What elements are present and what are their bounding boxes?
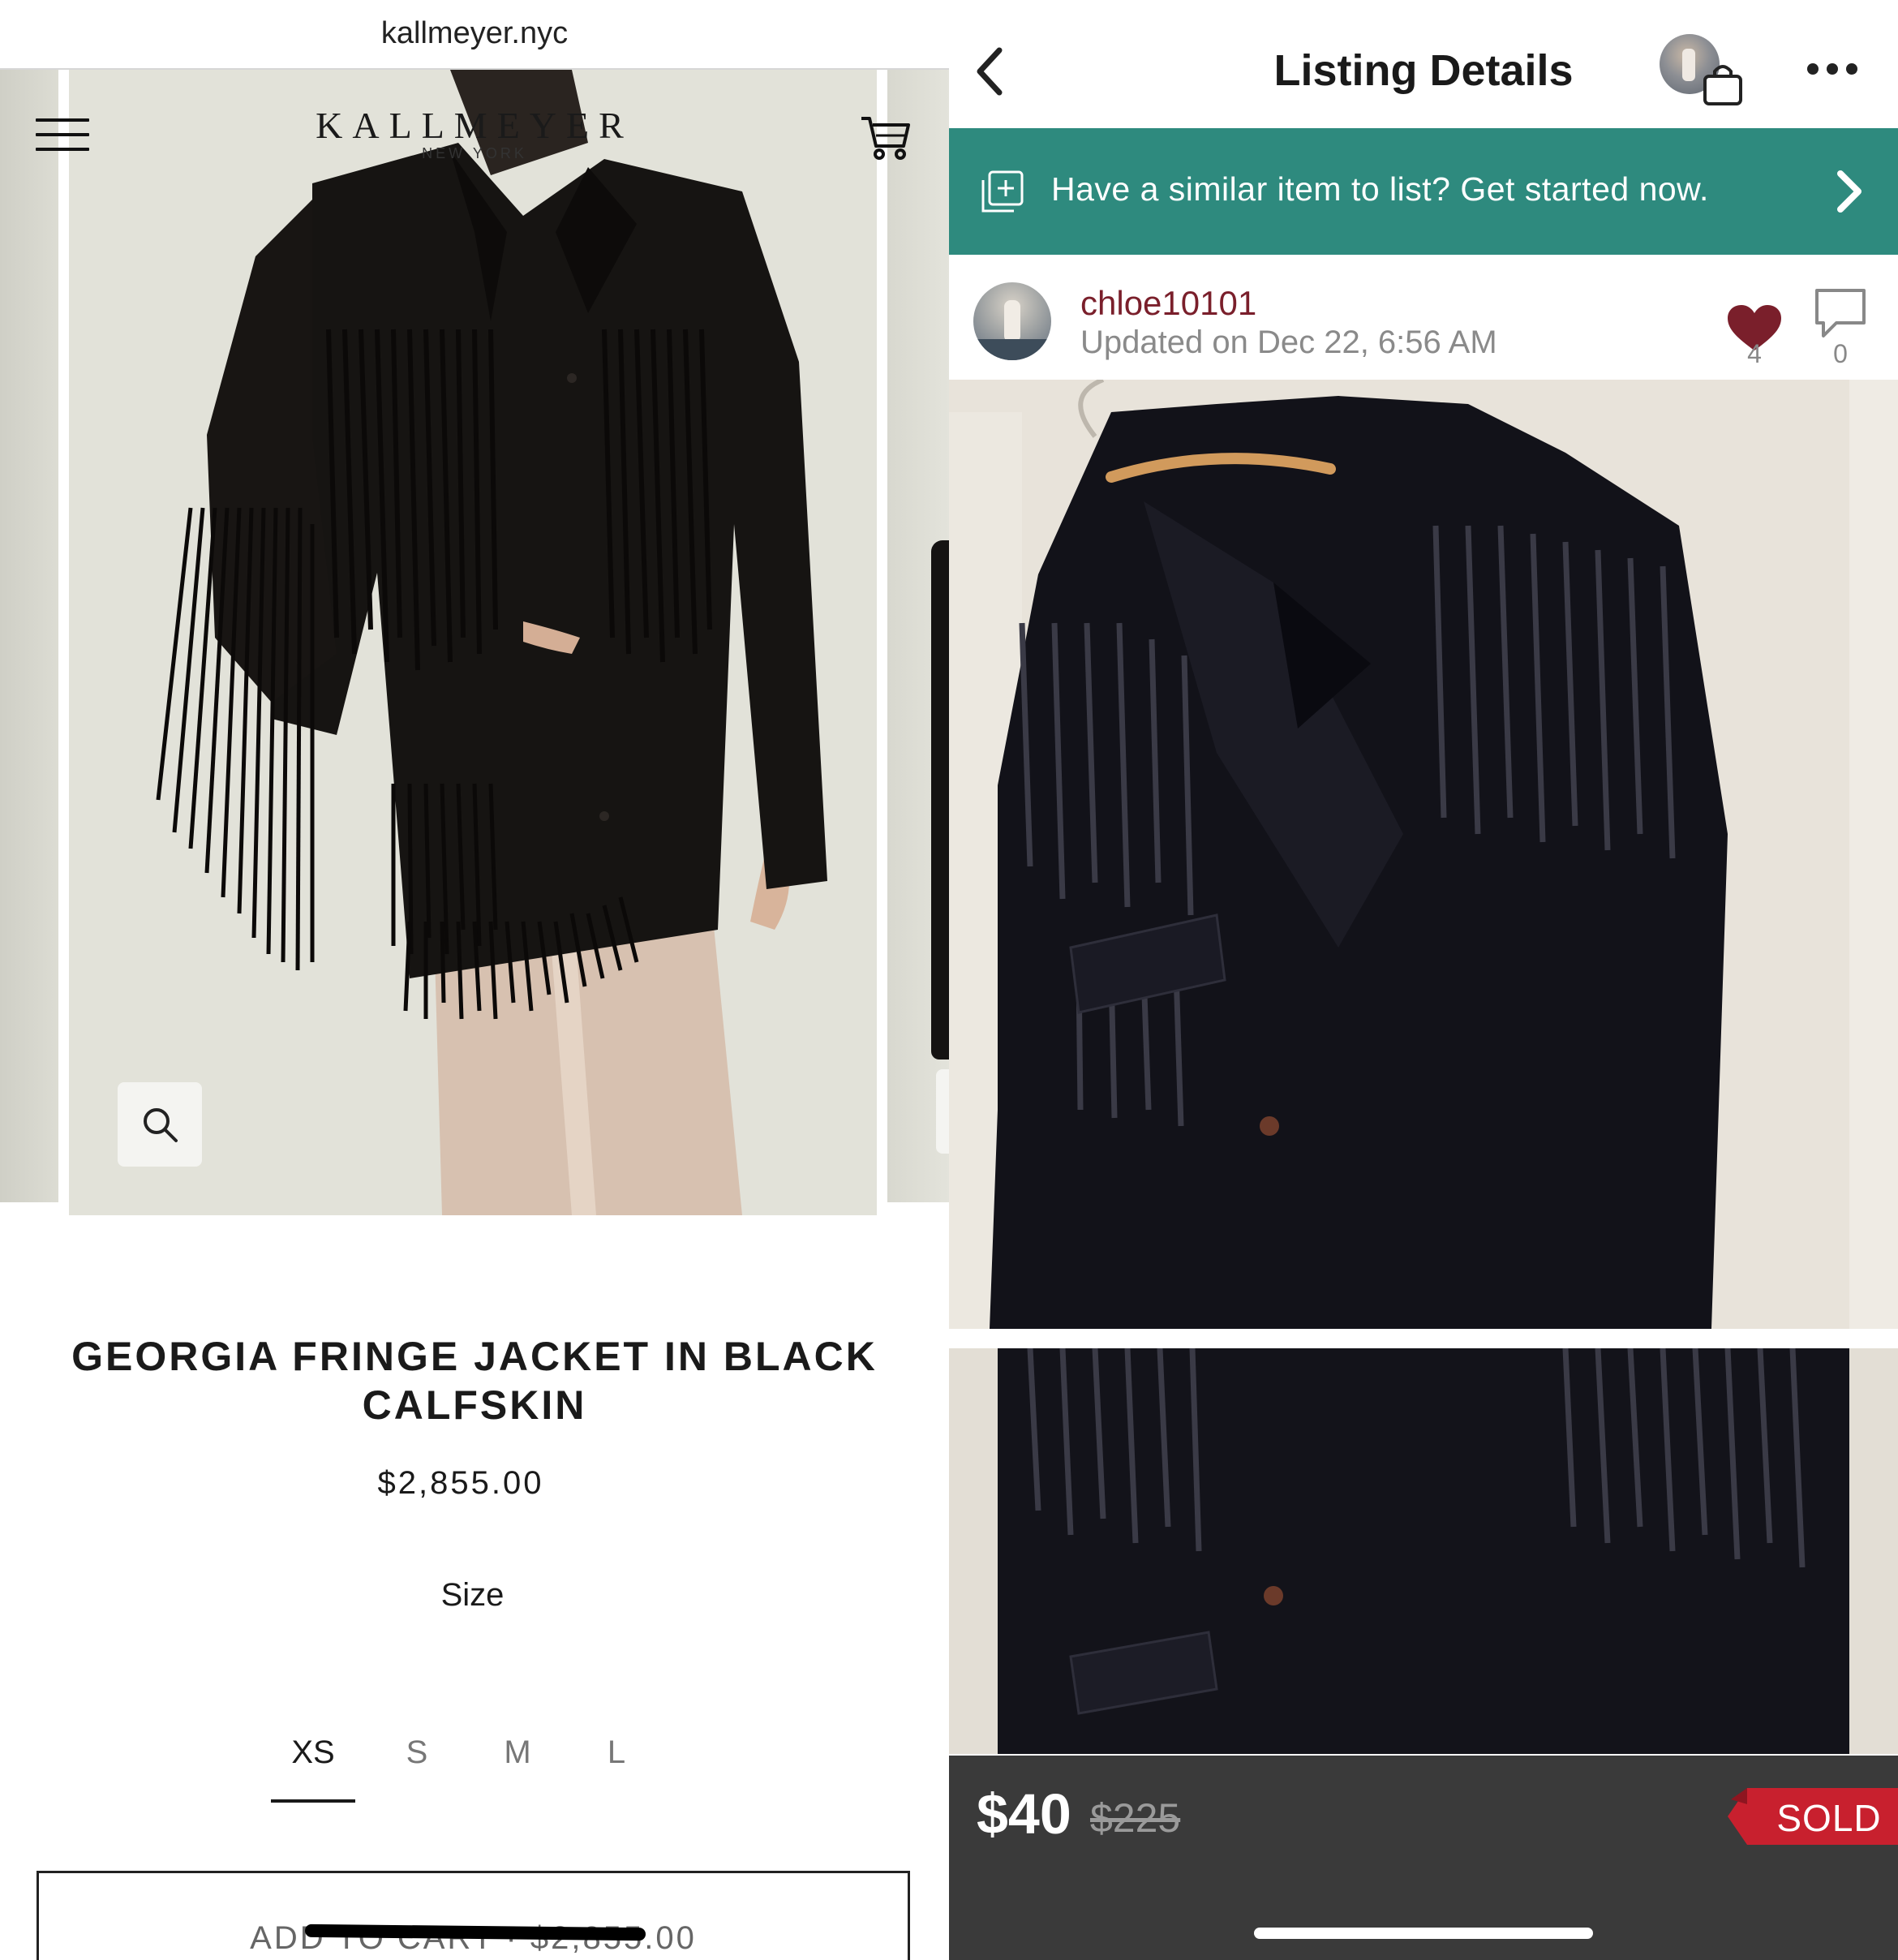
kallmeyer-product-page: kallmeyer.nyc KALLMEYER NEW YORK GEORGIA… bbox=[0, 0, 949, 1960]
carousel-next-image[interactable] bbox=[887, 70, 949, 1202]
listing-photo-1[interactable] bbox=[949, 380, 1898, 1329]
next-image-sleeve bbox=[931, 540, 949, 1060]
shopping-bag-icon bbox=[1703, 65, 1742, 105]
product-title: GEORGIA FRINGE JACKET IN BLACK CALFSKIN bbox=[71, 1334, 878, 1428]
comment-count: 0 bbox=[1833, 339, 1848, 368]
avatar[interactable] bbox=[973, 282, 1051, 360]
nav-bar: Listing Details bbox=[949, 0, 1898, 127]
site-header: KALLMEYER NEW YORK bbox=[0, 70, 949, 200]
brand-logo[interactable]: KALLMEYER NEW YORK bbox=[312, 104, 637, 162]
product-hero-image[interactable] bbox=[69, 70, 877, 1215]
price-bar: $40 $225 SOLD bbox=[949, 1756, 1898, 1960]
product-price: $2,855.00 bbox=[377, 1465, 544, 1501]
jacket-detail-photo bbox=[949, 1348, 1898, 1754]
shopping-bag-button[interactable] bbox=[1660, 34, 1749, 107]
like-count: 4 bbox=[1747, 339, 1762, 368]
add-listing-icon bbox=[981, 170, 1024, 213]
cart-icon[interactable] bbox=[858, 110, 912, 164]
add-to-cart-button[interactable]: ADD TO CART · $2,855.00 bbox=[36, 1871, 910, 1960]
home-indicator[interactable] bbox=[1254, 1928, 1593, 1939]
size-option-l[interactable]: L bbox=[574, 1734, 659, 1771]
listing-details-screen: Listing Details Have a similar item to l… bbox=[949, 0, 1898, 1960]
comment-icon[interactable] bbox=[1812, 287, 1869, 341]
chevron-right-icon bbox=[1837, 170, 1862, 213]
url-text: kallmeyer.nyc bbox=[380, 16, 569, 50]
size-option-s[interactable]: S bbox=[375, 1734, 459, 1771]
search-icon bbox=[144, 1108, 178, 1142]
size-option-m[interactable]: M bbox=[475, 1734, 560, 1771]
seller-username[interactable]: chloe10101 bbox=[1080, 284, 1256, 323]
brand-name: KALLMEYER bbox=[316, 105, 633, 146]
photo-divider bbox=[949, 1329, 1898, 1348]
zoom-button[interactable] bbox=[118, 1082, 202, 1167]
url-bar[interactable]: kallmeyer.nyc bbox=[0, 0, 949, 70]
listing-photo-2[interactable] bbox=[949, 1348, 1898, 1754]
next-image-zoom-stub bbox=[936, 1069, 949, 1154]
list-similar-banner[interactable]: Have a similar item to list? Get started… bbox=[949, 128, 1898, 255]
seller-row: chloe10101 Updated on Dec 22, 6:56 AM 4 … bbox=[949, 255, 1898, 380]
original-price: $225 bbox=[1090, 1795, 1181, 1841]
current-price: $40 bbox=[977, 1782, 1071, 1846]
carousel-prev-image[interactable] bbox=[0, 70, 58, 1202]
size-option-xs[interactable]: XS bbox=[271, 1734, 355, 1803]
ellipsis-icon[interactable] bbox=[1801, 57, 1866, 89]
banner-text: Have a similar item to list? Get started… bbox=[1051, 170, 1709, 208]
hamburger-menu-icon[interactable] bbox=[36, 118, 89, 154]
fringe-jacket-illustration bbox=[69, 70, 877, 1215]
brand-subtitle: NEW YORK bbox=[422, 145, 527, 161]
hanging-jacket-photo bbox=[949, 380, 1898, 1329]
sold-badge: SOLD bbox=[1728, 1788, 1898, 1845]
page-title: Listing Details bbox=[1273, 46, 1574, 95]
size-label: Size bbox=[440, 1577, 505, 1613]
updated-timestamp: Updated on Dec 22, 6:56 AM bbox=[1080, 325, 1497, 360]
sold-label: SOLD bbox=[1776, 1797, 1882, 1839]
